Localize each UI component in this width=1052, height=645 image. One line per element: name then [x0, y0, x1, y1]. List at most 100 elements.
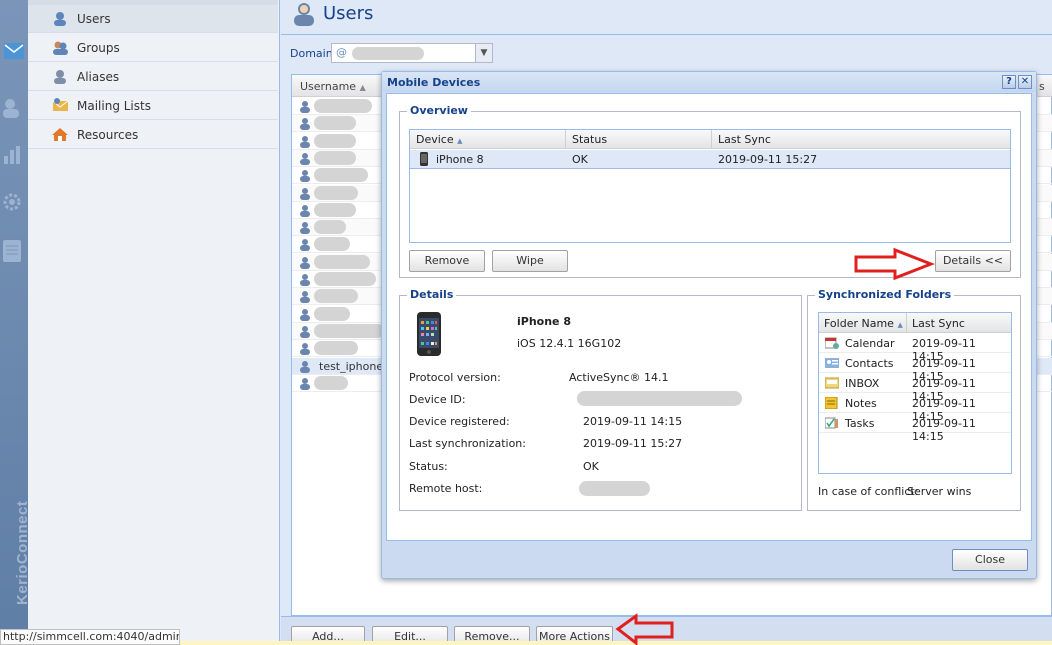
domain-prefix: @ [336, 46, 347, 59]
remote-host-label: Remote host: [409, 482, 483, 495]
mailing-lists-icon [52, 98, 69, 113]
details-legend: Details [407, 288, 457, 301]
people-icon[interactable] [0, 96, 28, 125]
notes-icon [824, 396, 839, 410]
user-icon [299, 100, 311, 113]
protocol-version-value: ActiveSync® 14.1 [569, 371, 669, 384]
user-icon [299, 187, 311, 200]
dialog-title: Mobile Devices [387, 76, 481, 89]
synchronized-folders-legend: Synchronized Folders [815, 288, 955, 301]
user-icon [299, 290, 311, 304]
user-icon [299, 221, 311, 235]
column-separator [711, 130, 712, 149]
nav-label: Aliases [77, 69, 120, 84]
user-icon [299, 152, 311, 165]
help-icon[interactable]: ? [1002, 75, 1016, 89]
user-icon [299, 135, 311, 148]
folder-last-sync: 2019-09-11 14:15 [912, 417, 976, 443]
username-redacted [314, 237, 350, 252]
username-redacted [314, 272, 376, 286]
user-icon [299, 273, 311, 286]
details-section: Details iPhone 8 iOS 12.4.1 16G102 Proto… [399, 288, 802, 511]
nav-item-groups[interactable]: Groups [28, 34, 278, 62]
chevron-down-icon[interactable]: ▼ [475, 44, 492, 62]
detail-os-version: iOS 12.4.1 16G102 [517, 337, 622, 350]
device-registered-value: 2019-09-11 14:15 [583, 415, 683, 428]
user-icon [299, 238, 311, 252]
browser-status-url: http://simmcell.com:4040/admin/# [0, 629, 180, 645]
user-icon [299, 117, 311, 131]
domain-value-redacted [352, 47, 424, 60]
nav-label: Resources [77, 127, 139, 142]
nav-item-users[interactable]: Users [28, 5, 278, 33]
column-header-username[interactable]: Username ▲ [300, 80, 366, 93]
app-icon-strip: KerioConnect [0, 0, 31, 645]
column-header-device[interactable]: Device ▲ [416, 133, 463, 146]
settings-gear-icon[interactable] [0, 190, 28, 219]
phone-icon [420, 152, 428, 169]
domain-select[interactable]: @ ▼ [331, 43, 493, 63]
remote-host-redacted [579, 481, 650, 496]
wipe-device-button[interactable]: Wipe [492, 250, 568, 272]
column-header-status[interactable]: Status [572, 133, 607, 146]
statistics-icon[interactable] [0, 144, 28, 171]
users-icon [52, 11, 69, 26]
nav-item-mailing-lists[interactable]: Mailing Lists [28, 92, 278, 120]
user-icon [299, 325, 311, 338]
username-cell: test_iphone [319, 359, 384, 373]
annotation-arrow-more-actions [615, 613, 674, 645]
mail-icon[interactable] [0, 40, 28, 67]
username-redacted [314, 375, 348, 390]
conflict-label: In case of conflict: [818, 485, 919, 498]
user-icon [299, 308, 311, 321]
column-header-folder-name[interactable]: Folder Name ▲ [824, 317, 903, 330]
details-toggle-button[interactable]: Details << [935, 250, 1011, 272]
column-header-last-sync[interactable]: Last Sync [718, 133, 771, 146]
groups-icon [52, 40, 69, 55]
last-sync-label: Last synchronization: [409, 437, 526, 450]
inbox-icon [824, 377, 840, 389]
user-icon [299, 360, 311, 373]
tasks-icon [824, 417, 839, 429]
users-title-icon [291, 1, 317, 27]
user-icon [299, 169, 311, 183]
nav-item-aliases[interactable]: Aliases [28, 63, 278, 91]
folders-table: Folder Name ▲ Last Sync Calendar 2019-09… [818, 312, 1012, 474]
device-row[interactable]: iPhone 8 OK 2019-09-11 15:27 [410, 150, 1010, 169]
close-dialog-button[interactable]: Close [952, 549, 1028, 571]
logs-icon[interactable] [0, 238, 28, 269]
folder-name: Notes [845, 397, 877, 410]
username-redacted [314, 116, 356, 131]
username-redacted [314, 323, 384, 338]
close-icon[interactable]: ✕ [1018, 75, 1032, 89]
domain-label: Domain: [290, 47, 337, 60]
contacts-icon [825, 357, 839, 369]
folder-row-contacts[interactable]: Contacts 2019-09-11 14:15 [819, 354, 1011, 383]
column-header-overflow: s [1039, 80, 1045, 93]
folder-name: Calendar [845, 337, 895, 350]
remove-device-button[interactable]: Remove [409, 250, 485, 272]
column-header-last-sync[interactable]: Last Sync [912, 317, 965, 330]
username-redacted [314, 341, 358, 356]
folder-row-tasks[interactable]: Tasks 2019-09-11 14:15 [819, 414, 1011, 443]
folder-row-calendar[interactable]: Calendar 2019-09-11 14:15 [819, 334, 1011, 363]
title-divider [281, 34, 1052, 35]
user-icon [299, 377, 311, 390]
username-redacted [314, 254, 370, 269]
folder-name: INBOX [845, 377, 880, 390]
status-value: OK [583, 460, 599, 473]
folder-row-inbox[interactable]: INBOX 2019-09-11 14:15 [819, 374, 1011, 403]
device-last-sync-cell: 2019-09-11 15:27 [718, 153, 818, 166]
status-label: Status: [409, 460, 448, 473]
calendar-icon [824, 337, 839, 349]
devices-table: Device ▲ Status Last Sync iPhone 8 OK 20… [409, 129, 1011, 243]
nav-label: Groups [77, 40, 120, 55]
synchronized-folders-section: Synchronized Folders Folder Name ▲ Last … [807, 288, 1021, 511]
nav-item-resources[interactable]: Resources [28, 121, 278, 149]
username-redacted [314, 185, 358, 200]
username-redacted [314, 289, 358, 304]
column-separator [565, 130, 566, 149]
folder-row-notes[interactable]: Notes 2019-09-11 14:15 [819, 394, 1011, 423]
page-title: Users [323, 3, 374, 24]
user-icon [299, 256, 311, 269]
